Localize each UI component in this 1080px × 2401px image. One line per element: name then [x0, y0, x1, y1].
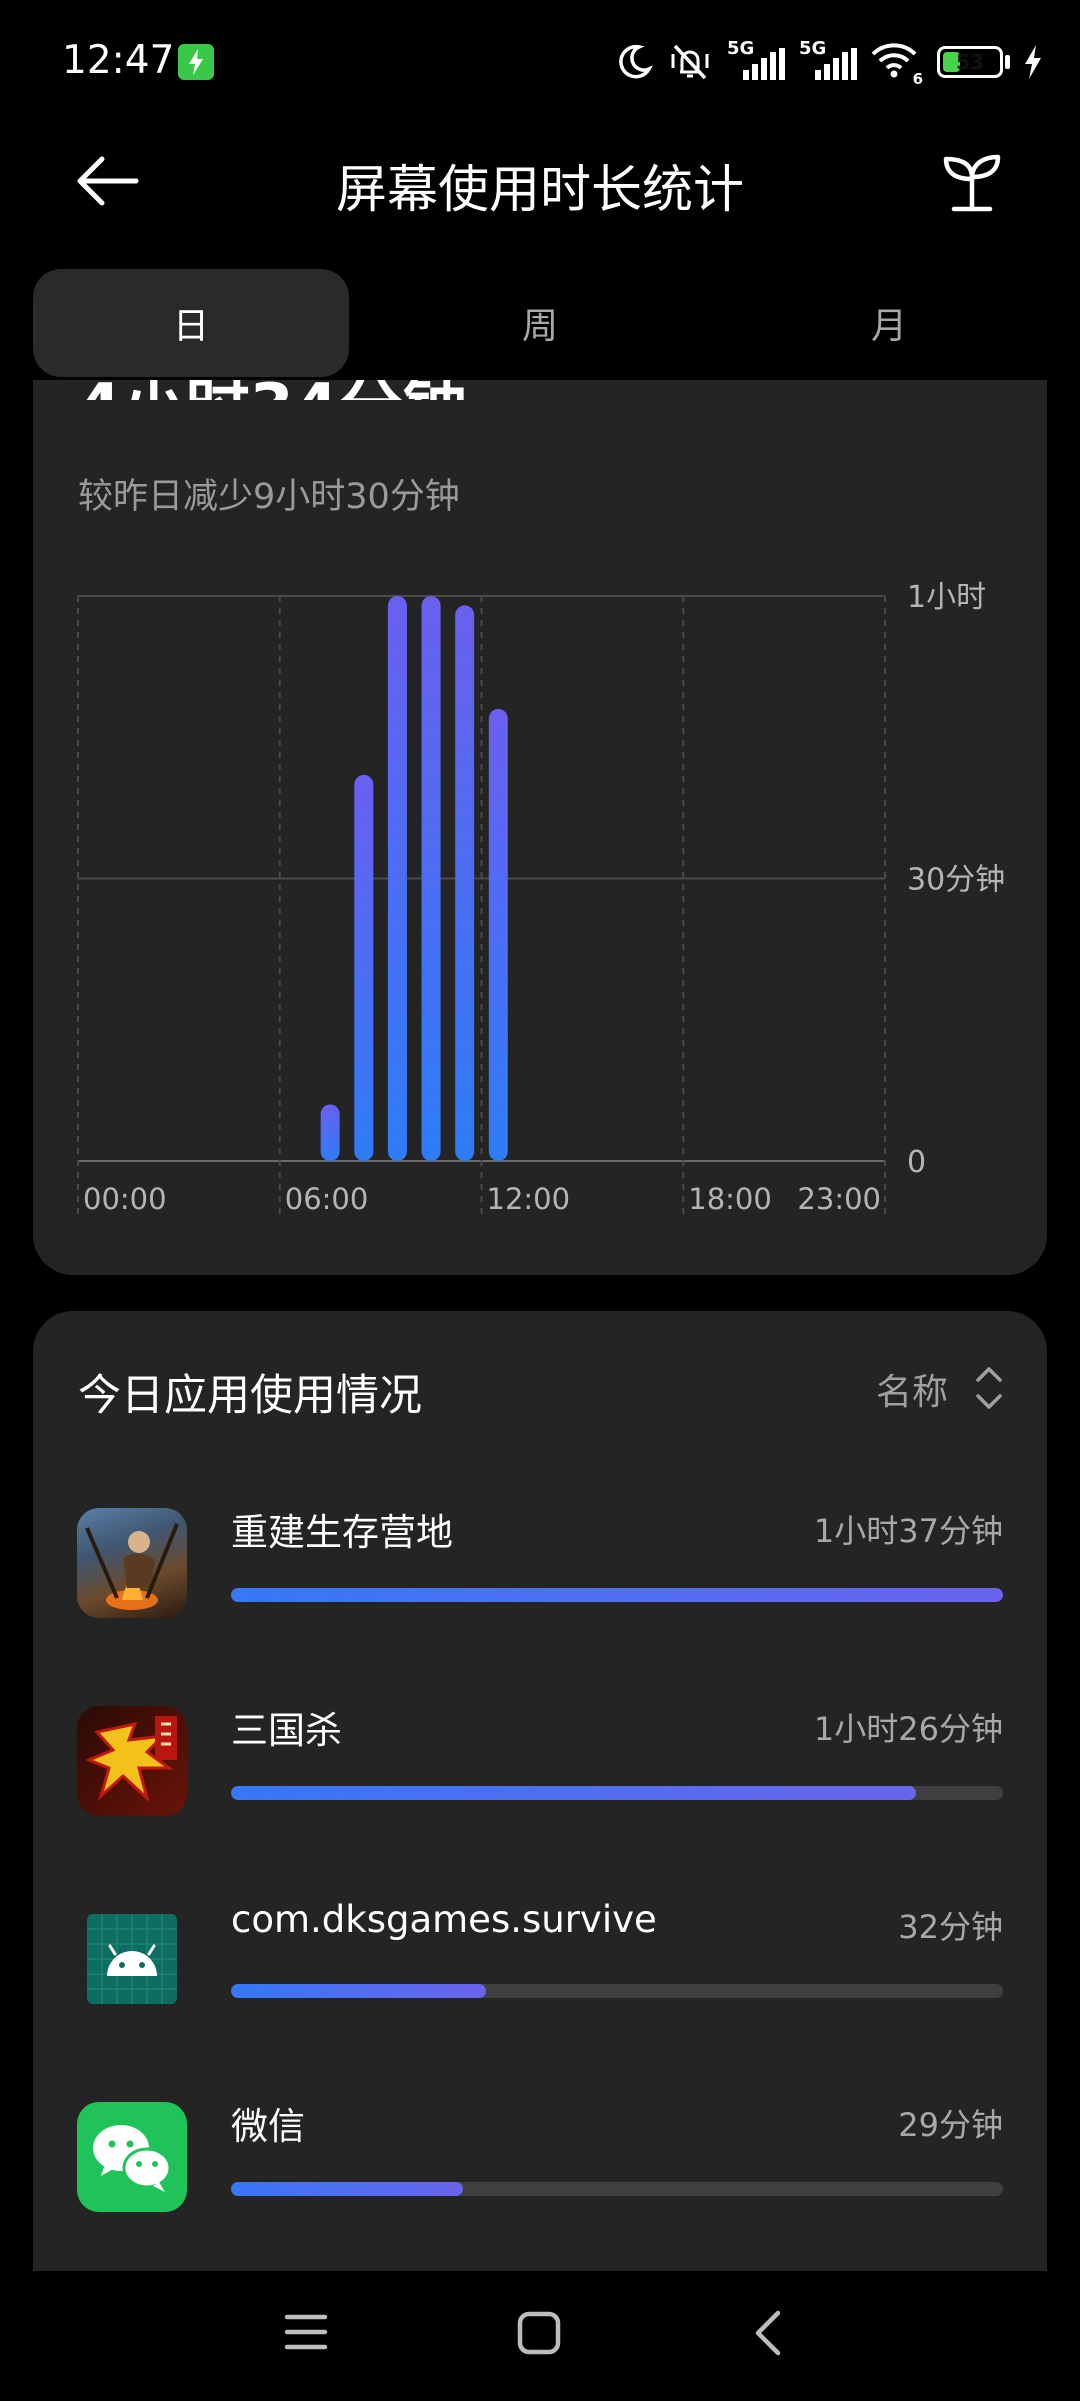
- app-row-wechat[interactable]: 微信 29分钟: [0, 2094, 1080, 2214]
- tab-week[interactable]: 周: [382, 269, 698, 377]
- sanguosha-app-icon: [77, 1706, 187, 1816]
- wifi-version-label: 6: [912, 70, 923, 88]
- usage-bar: [387, 596, 407, 1161]
- signal-2-icon: 5G: [799, 38, 857, 82]
- app-usage-time: 32分钟: [898, 1908, 1003, 1946]
- x-tick-label: 06:00: [285, 1182, 369, 1216]
- moon-icon: [619, 44, 653, 79]
- battery-level: 53: [956, 50, 984, 74]
- mute-vibrate-icon: [671, 44, 709, 80]
- home-icon[interactable]: [517, 2311, 561, 2355]
- recent-apps-icon[interactable]: [284, 2312, 328, 2352]
- charging-bolt-icon: [1025, 45, 1041, 79]
- usage-progress-bar: [231, 2182, 1003, 2196]
- app-row-dksgames[interactable]: com.dksgames.survive 32分钟: [0, 1896, 1080, 2016]
- sprout-icon[interactable]: [940, 153, 1004, 213]
- usage-progress-bar: [231, 1786, 1003, 1800]
- y-tick-label: 30分钟: [907, 863, 1005, 898]
- x-tick-label: 00:00: [83, 1182, 167, 1216]
- app-usage-time: 1小时26分钟: [813, 1710, 1003, 1748]
- page-title: 屏幕使用时长统计: [335, 161, 744, 220]
- app-name: com.dksgames.survive: [231, 1898, 657, 1941]
- x-tick-label: 18:00: [688, 1182, 772, 1216]
- chart-grid: [77, 595, 886, 1217]
- usage-bar: [488, 709, 508, 1161]
- battery-icon: 53: [937, 46, 1010, 78]
- chart-labels: 1小时 30分钟 0 00:00 06:00 12:00 18:00 23:00: [83, 580, 1005, 1216]
- app-row-sanguosha[interactable]: 三国杀 1小时26分钟: [0, 1698, 1080, 1818]
- sort-by-name-button[interactable]: 名称: [876, 1363, 948, 1415]
- android-app-icon: [87, 1914, 177, 2004]
- total-screen-time: 4小时34分钟: [77, 380, 467, 400]
- status-icons: 5G 5G 6 53: [615, 38, 1042, 88]
- x-tick-label: 12:00: [487, 1182, 571, 1216]
- tab-month[interactable]: 月: [731, 269, 1047, 377]
- wechat-app-icon: [77, 2102, 187, 2212]
- charging-notification-icon: [178, 44, 214, 80]
- hourly-usage-chart: 1小时 30分钟 0 00:00 06:00 12:00 18:00 23:00: [77, 580, 1005, 1217]
- app-usage-time: 29分钟: [898, 2106, 1003, 2144]
- status-time: 12:47: [62, 38, 175, 83]
- app-usage-time: 1小时37分钟: [813, 1512, 1003, 1550]
- app-row-rebuild-survival[interactable]: 重建生存营地 1小时37分钟: [0, 1500, 1080, 1620]
- nav-back-icon[interactable]: [752, 2309, 784, 2357]
- usage-progress-bar: [231, 1588, 1003, 1602]
- app-name: 重建生存营地: [231, 1511, 453, 1554]
- app-name: 微信: [231, 2105, 305, 2148]
- usage-bar: [421, 596, 441, 1161]
- comparison-text: 较昨日减少9小时30分钟: [78, 477, 460, 517]
- period-tabs: 日 周 月: [33, 269, 1047, 377]
- y-tick-label: 1小时: [907, 580, 986, 615]
- card-top-clip: 4小时34分钟: [33, 380, 1047, 400]
- app-name: 三国杀: [231, 1709, 342, 1752]
- tab-day[interactable]: 日: [33, 269, 349, 377]
- y-tick-label: 0: [907, 1145, 926, 1180]
- x-tick-label: 23:00: [797, 1182, 881, 1216]
- signal-1-icon: 5G: [727, 38, 785, 82]
- usage-bar: [320, 1104, 340, 1161]
- usage-bar: [354, 774, 374, 1161]
- usage-progress-bar: [231, 1984, 1003, 1998]
- usage-section-title: 今日应用使用情况: [78, 1371, 422, 1421]
- usage-bar: [455, 605, 475, 1161]
- wifi-icon: 6: [871, 42, 923, 88]
- sort-updown-icon[interactable]: [974, 1364, 1004, 1412]
- rebuild-survival-app-icon: [77, 1508, 187, 1618]
